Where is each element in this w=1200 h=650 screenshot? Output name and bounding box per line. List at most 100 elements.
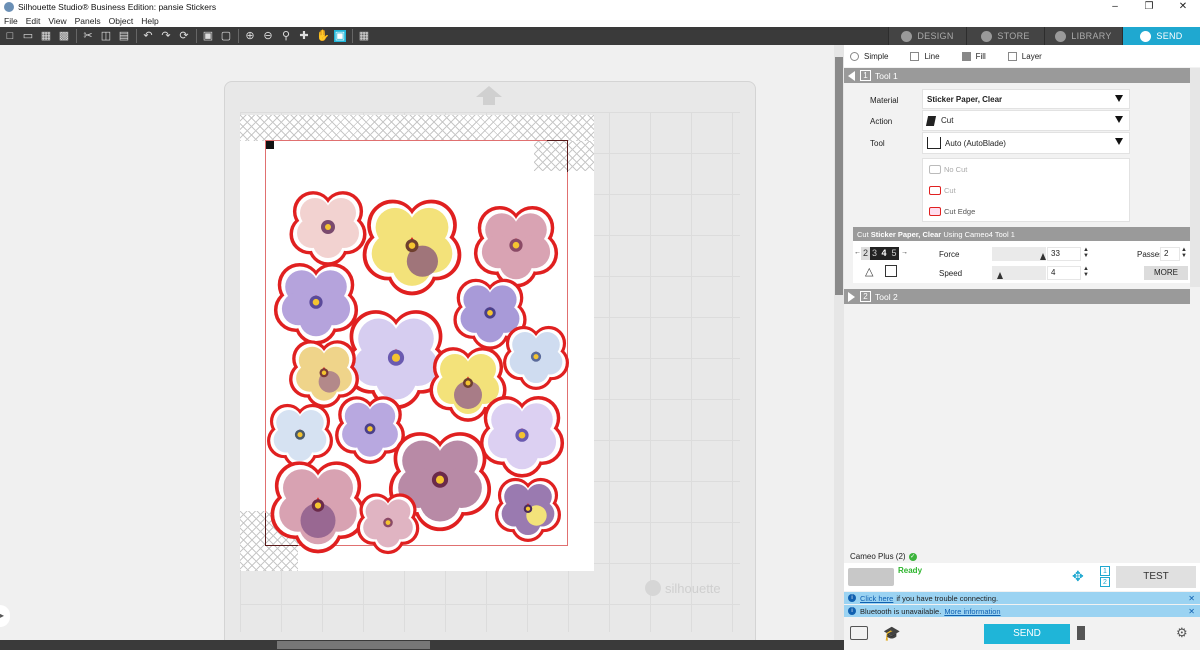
- zoom-box-icon[interactable]: ⚲: [280, 30, 292, 42]
- expand-left-panel-button[interactable]: ▸: [0, 605, 10, 627]
- tool-slot-1[interactable]: 1: [1100, 566, 1110, 576]
- select-all-icon[interactable]: ▣: [202, 30, 214, 42]
- redo-icon[interactable]: ↷: [160, 30, 172, 42]
- blade-depth-3[interactable]: 3: [870, 247, 879, 260]
- tool-slot-2[interactable]: 2: [1100, 577, 1110, 587]
- mode-layer[interactable]: Layer: [1007, 51, 1042, 61]
- option-cut[interactable]: Cut: [929, 186, 956, 195]
- passes-input[interactable]: 2: [1160, 247, 1180, 261]
- open-folder-icon[interactable]: ▭: [22, 30, 34, 42]
- option-no-cut[interactable]: No Cut: [929, 165, 967, 174]
- option-cut-edge[interactable]: Cut Edge: [929, 207, 975, 216]
- click-here-link[interactable]: Click here: [860, 594, 893, 603]
- more-information-link[interactable]: More information: [944, 607, 1000, 616]
- material-dropdown[interactable]: Sticker Paper, Clear: [922, 89, 1130, 109]
- tool-dropdown[interactable]: Auto (AutoBlade): [922, 132, 1130, 154]
- machine-settings-icon[interactable]: [850, 626, 868, 640]
- mode-fill[interactable]: Fill: [961, 51, 986, 61]
- pansy-stickers-artwork[interactable]: [240, 115, 594, 571]
- mode-line[interactable]: Line: [910, 51, 940, 61]
- close-button[interactable]: ✕: [1166, 0, 1200, 14]
- blade-depth-2[interactable]: 2: [861, 247, 870, 260]
- dismiss-close-icon[interactable]: ✕: [1188, 607, 1195, 616]
- panel-scrollbar[interactable]: [1190, 68, 1200, 287]
- tab-design[interactable]: DESIGN: [888, 27, 966, 45]
- pansy-sticker[interactable]: [273, 464, 362, 550]
- force-input[interactable]: 33: [1047, 247, 1081, 261]
- tab-send[interactable]: SEND: [1122, 27, 1200, 45]
- line-segment-overcut-icon[interactable]: △: [865, 265, 873, 278]
- save-icon[interactable]: ▦: [40, 30, 52, 42]
- depth-decrease-arrow-icon[interactable]: ←: [854, 249, 861, 256]
- pan-down-icon[interactable]: ✚: [298, 30, 310, 42]
- paste-icon[interactable]: ▤: [118, 30, 130, 42]
- menu-file[interactable]: File: [4, 16, 18, 26]
- redraw-icon[interactable]: ⟳: [178, 30, 190, 42]
- tab-store[interactable]: STORE: [966, 27, 1044, 45]
- menu-panels[interactable]: Panels: [75, 16, 101, 26]
- action-dropdown[interactable]: Cut: [922, 110, 1130, 131]
- pansy-sticker[interactable]: [270, 407, 331, 466]
- fit-to-page-icon[interactable]: ▣: [334, 30, 346, 42]
- test-cut-button[interactable]: TEST: [1116, 566, 1196, 588]
- move-blade-arrows-icon[interactable]: ✥: [1072, 568, 1084, 585]
- pansy-sticker[interactable]: [277, 266, 355, 342]
- tutorial-graduation-cap-icon[interactable]: 🎓: [883, 625, 900, 642]
- grid-icon[interactable]: ▦: [358, 30, 370, 42]
- menu-edit[interactable]: Edit: [26, 16, 41, 26]
- pansy-sticker[interactable]: [477, 209, 555, 285]
- maximize-button[interactable]: ❐: [1132, 0, 1166, 14]
- force-stepper-arrows-icon[interactable]: ▲ ▼: [1083, 247, 1089, 259]
- hand-icon[interactable]: ✋: [316, 30, 330, 42]
- pansy-sticker[interactable]: [498, 481, 559, 540]
- pansy-sticker[interactable]: [506, 329, 567, 388]
- tab-library[interactable]: LIBRARY: [1044, 27, 1122, 45]
- force-slider-handle[interactable]: [1040, 253, 1046, 260]
- zoom-out-icon[interactable]: ⊖: [262, 30, 274, 42]
- blade-depth-5[interactable]: 5: [889, 247, 899, 260]
- pansy-sticker[interactable]: [292, 343, 356, 405]
- blade-depth-4[interactable]: 4: [879, 247, 889, 260]
- pansy-sticker[interactable]: [292, 194, 363, 263]
- passes-stepper-arrows-icon[interactable]: ▲ ▼: [1181, 247, 1187, 259]
- menu-view[interactable]: View: [48, 16, 66, 26]
- fill-icon: [961, 51, 971, 61]
- print-icon[interactable]: ▩: [58, 30, 70, 42]
- material-value: Sticker Paper, Clear: [927, 94, 1003, 104]
- send-button[interactable]: SEND: [984, 624, 1070, 644]
- action-label: Action: [870, 117, 893, 126]
- dropdown-caret-icon: [1115, 138, 1123, 145]
- canvas-vertical-scroll-thumb[interactable]: [835, 57, 843, 295]
- trash-icon[interactable]: [1077, 626, 1085, 640]
- cut-icon[interactable]: ✂: [82, 30, 94, 42]
- blade-depth-selector[interactable]: 2 3 4 5: [861, 247, 899, 260]
- gear-icon[interactable]: ⚙: [1176, 625, 1188, 641]
- pansy-sticker[interactable]: [359, 496, 416, 551]
- pansy-sticker[interactable]: [483, 399, 561, 475]
- mode-simple[interactable]: Simple: [850, 51, 888, 61]
- pansy-sticker[interactable]: [338, 399, 402, 461]
- zoom-in-icon[interactable]: ⊕: [244, 30, 256, 42]
- force-slider[interactable]: [992, 247, 1046, 261]
- tool-preview-checkbox[interactable]: [885, 265, 897, 277]
- menu-object[interactable]: Object: [109, 16, 134, 26]
- copy-icon[interactable]: ◫: [100, 30, 112, 42]
- dismiss-close-icon[interactable]: ✕: [1188, 594, 1195, 603]
- canvas-horizontal-scroll-thumb[interactable]: [277, 641, 430, 649]
- menu-help[interactable]: Help: [141, 16, 158, 26]
- pansy-sticker[interactable]: [366, 203, 459, 293]
- speed-slider-handle[interactable]: [997, 272, 1003, 279]
- tool1-header[interactable]: 1 Tool 1: [844, 68, 1190, 83]
- depth-increase-arrow-icon[interactable]: →: [901, 249, 908, 256]
- speed-slider[interactable]: [992, 266, 1046, 280]
- tool2-header[interactable]: 2 Tool 2: [844, 289, 1190, 304]
- new-file-icon[interactable]: □: [4, 30, 16, 42]
- design-canvas[interactable]: silhouette ▸: [0, 45, 834, 640]
- toolbar-divider: [76, 29, 77, 43]
- speed-input[interactable]: 4: [1047, 266, 1081, 280]
- speed-stepper-arrows-icon[interactable]: ▲ ▼: [1083, 266, 1089, 278]
- minimize-button[interactable]: –: [1098, 0, 1132, 14]
- deselect-icon[interactable]: ▢: [220, 30, 232, 42]
- more-settings-button[interactable]: MORE: [1144, 266, 1188, 280]
- undo-icon[interactable]: ↶: [142, 30, 154, 42]
